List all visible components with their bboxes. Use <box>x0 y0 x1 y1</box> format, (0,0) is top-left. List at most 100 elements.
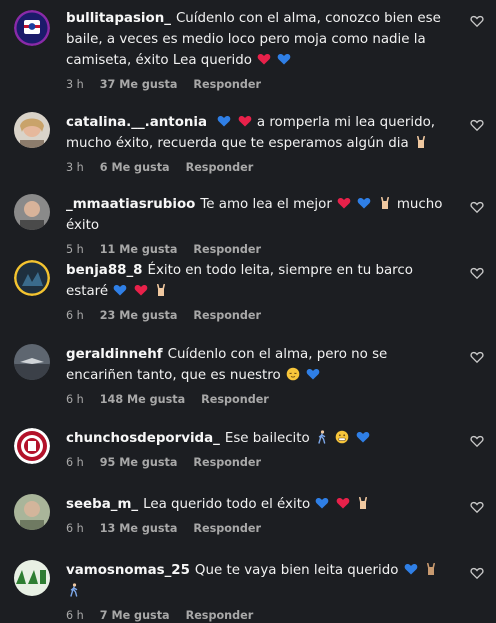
comment-username[interactable]: vamosnomas_25 <box>66 563 190 578</box>
comment-time: 6 h <box>66 393 84 406</box>
avatar[interactable] <box>14 194 50 230</box>
comment-body: seeba_m_ Lea querido todo el éxito 6 h 13… <box>66 494 452 536</box>
relieved-face-icon <box>286 367 300 381</box>
avatar-image <box>14 194 50 230</box>
like-heart-icon[interactable] <box>470 266 484 280</box>
avatar[interactable] <box>14 560 50 596</box>
comment-meta: 3 h 6 Me gusta Responder <box>66 161 452 175</box>
comment-meta: 3 h 37 Me gusta Responder <box>66 78 452 92</box>
comment-message: Ese bailecito <box>224 431 310 446</box>
comment-body: catalina.__.antonia a romperla mi lea qu… <box>66 112 452 175</box>
red-heart-icon <box>337 197 351 209</box>
comment-time: 6 h <box>66 609 84 622</box>
comment-body: chunchosdeporvida_ Ese bailecito 6 h 95 M… <box>66 428 452 470</box>
comment-message: Que te vaya bien leita querido <box>194 563 399 578</box>
grimacing-face-icon <box>335 430 349 444</box>
blue-heart-icon <box>306 368 320 380</box>
avatar[interactable] <box>14 494 50 530</box>
comment-text: vamosnomas_25 Que te vaya bien leita quer… <box>66 560 452 602</box>
red-heart-icon <box>134 284 147 296</box>
horns-hand-icon <box>156 283 165 296</box>
avatar-image <box>14 428 50 464</box>
comment-username[interactable]: seeba_m_ <box>66 497 138 512</box>
comment-message: Lea querido todo el éxito <box>143 497 311 512</box>
comment-text: _mmaatiasrubioo Te amo lea el mejor mucho… <box>66 194 452 236</box>
horns-hand-icon <box>380 196 389 209</box>
comment-likes[interactable]: 95 Me gusta <box>100 456 178 470</box>
person-walking-icon <box>70 583 78 597</box>
comment-likes[interactable]: 11 Me gusta <box>100 243 178 257</box>
like-heart-icon[interactable] <box>470 14 484 28</box>
like-heart-icon[interactable] <box>470 566 484 580</box>
comment-likes[interactable]: 6 Me gusta <box>100 161 170 175</box>
blue-heart-icon <box>358 197 371 209</box>
blue-heart-icon <box>278 53 291 65</box>
avatar-image <box>14 494 50 530</box>
like-heart-icon[interactable] <box>470 118 484 132</box>
blue-heart-icon <box>404 563 418 575</box>
reply-button[interactable]: Responder <box>193 78 261 92</box>
reply-button[interactable]: Responder <box>193 456 261 470</box>
comment-likes[interactable]: 37 Me gusta <box>100 78 178 92</box>
comments-list: bullitapasion_ Cuídenlo con el alma, cono… <box>0 0 496 622</box>
comment-username[interactable]: geraldinnehf <box>66 347 163 362</box>
comment-meta: 6 h 13 Me gusta Responder <box>66 522 452 536</box>
avatar-image <box>14 112 50 148</box>
comment-meta: 6 h 7 Me gusta Responder <box>66 609 452 623</box>
comment-meta: 5 h 11 Me gusta Responder <box>66 243 452 257</box>
reply-button[interactable]: Responder <box>193 309 261 323</box>
comment-username[interactable]: catalina.__.antonia <box>66 115 207 130</box>
comment-time: 3 h <box>66 78 84 91</box>
comment-meta: 6 h 23 Me gusta Responder <box>66 309 452 323</box>
comment-meta: 6 h 95 Me gusta Responder <box>66 456 452 470</box>
like-heart-icon[interactable] <box>470 434 484 448</box>
comment-text: bullitapasion_ Cuídenlo con el alma, cono… <box>66 8 452 71</box>
comment-time: 6 h <box>66 309 84 322</box>
reply-button[interactable]: Responder <box>193 522 261 536</box>
comment-likes[interactable]: 23 Me gusta <box>100 309 178 323</box>
blue-heart-icon <box>316 497 329 509</box>
reply-button[interactable]: Responder <box>201 393 269 407</box>
reply-button[interactable]: Responder <box>186 161 254 175</box>
like-heart-icon[interactable] <box>470 500 484 514</box>
comment-username[interactable]: _mmaatiasrubioo <box>66 197 195 212</box>
comment-time: 6 h <box>66 456 84 469</box>
horns-hand-icon <box>358 496 367 509</box>
avatar[interactable] <box>14 260 50 296</box>
avatar-image <box>14 344 50 380</box>
comment-body: geraldinnehf Cuídenlo con el alma, pero n… <box>66 344 452 407</box>
comment-text: benja88_8 Éxito en todo leita, siempre en… <box>66 260 452 302</box>
comment-time: 3 h <box>66 161 84 174</box>
blue-heart-icon <box>114 284 127 296</box>
horns-hand-icon <box>416 135 425 148</box>
reply-button[interactable]: Responder <box>193 243 261 257</box>
comment-time: 6 h <box>66 522 84 535</box>
avatar-image <box>14 560 50 596</box>
avatar[interactable] <box>14 112 50 148</box>
comment-body: _mmaatiasrubioo Te amo lea el mejor mucho… <box>66 194 452 257</box>
comment-body: bullitapasion_ Cuídenlo con el alma, cono… <box>66 8 452 92</box>
comment-username[interactable]: benja88_8 <box>66 263 142 278</box>
red-heart-icon <box>336 497 349 509</box>
like-heart-icon[interactable] <box>470 200 484 214</box>
avatar[interactable] <box>14 428 50 464</box>
avatar-image <box>14 260 50 296</box>
comment-username[interactable]: chunchosdeporvida_ <box>66 431 220 446</box>
blue-heart-icon <box>356 431 369 443</box>
red-heart-icon <box>257 53 271 65</box>
person-walking-icon <box>318 430 326 444</box>
reply-button[interactable]: Responder <box>186 609 254 623</box>
comment-likes[interactable]: 13 Me gusta <box>100 522 178 536</box>
comment-likes[interactable]: 148 Me gusta <box>100 393 185 407</box>
avatar-image <box>14 10 50 46</box>
avatar[interactable] <box>14 10 50 46</box>
comment-text: chunchosdeporvida_ Ese bailecito <box>66 428 452 449</box>
avatar[interactable] <box>14 344 50 380</box>
like-heart-icon[interactable] <box>470 350 484 364</box>
comment-likes[interactable]: 7 Me gusta <box>100 609 170 623</box>
comment-meta: 6 h 148 Me gusta Responder <box>66 393 452 407</box>
comment-text: seeba_m_ Lea querido todo el éxito <box>66 494 452 515</box>
comment-text: geraldinnehf Cuídenlo con el alma, pero n… <box>66 344 452 386</box>
comment-username[interactable]: bullitapasion_ <box>66 11 171 26</box>
comment-time: 5 h <box>66 243 84 256</box>
